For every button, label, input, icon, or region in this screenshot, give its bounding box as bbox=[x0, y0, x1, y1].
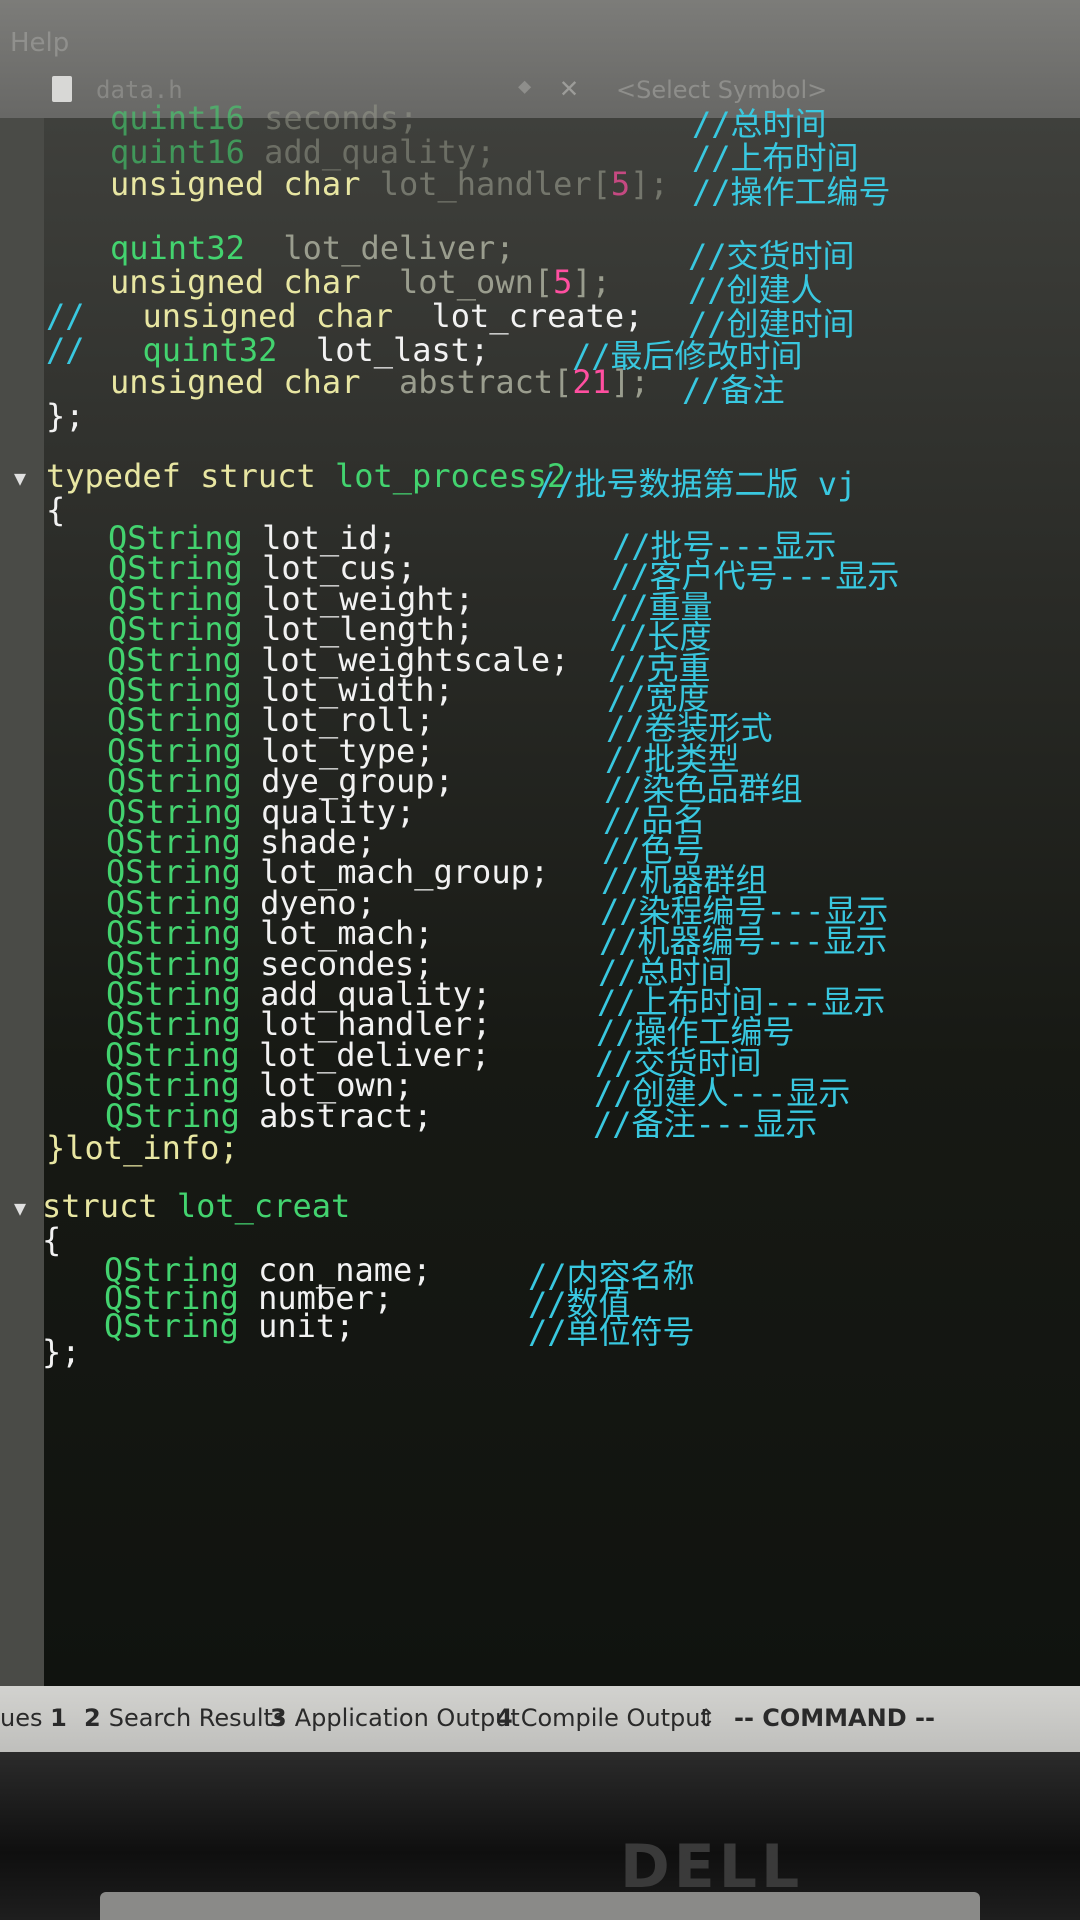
code-line: typedef struct lot_process2 bbox=[46, 457, 567, 495]
search-results-tab[interactable]: 2 Search Results bbox=[84, 1704, 285, 1732]
editor-gutter bbox=[0, 118, 44, 1686]
code-line: QString unit; bbox=[104, 1307, 355, 1345]
symbol-selector[interactable]: <Select Symbol> bbox=[616, 76, 827, 104]
code-line: { bbox=[46, 491, 66, 529]
code-comment: //操作工编号 bbox=[692, 173, 891, 211]
code-line: }lot_info; bbox=[46, 1129, 239, 1167]
code-editor[interactable]: quint16 seconds; //总时间 quint16 add_quali… bbox=[0, 100, 1080, 1686]
code-line: { bbox=[42, 1221, 62, 1259]
desk-strip bbox=[100, 1892, 980, 1920]
code-line: unsigned char lot_handler[5]; bbox=[110, 165, 669, 203]
fold-toggle-icon[interactable]: ▼ bbox=[14, 466, 26, 490]
code-line: quint16 seconds; bbox=[110, 99, 419, 137]
updown-icon[interactable]: ◆ bbox=[518, 74, 531, 99]
help-menu[interactable]: Help bbox=[10, 28, 69, 58]
code-comment: //创建人 bbox=[688, 271, 823, 309]
code-line: QString abstract; bbox=[105, 1097, 433, 1135]
code-comment: //交货时间 bbox=[688, 237, 855, 275]
application-output-tab[interactable]: 3 Application Output bbox=[270, 1704, 520, 1732]
code-line: //unsigned char lot_create; bbox=[46, 297, 644, 335]
code-line: struct lot_creat bbox=[42, 1187, 351, 1225]
output-pane-bar: ues 1 2 Search Results 3 Application Outpu… bbox=[0, 1686, 1080, 1752]
code-comment: //备注---显示 bbox=[593, 1105, 818, 1143]
monitor-bezel: DELL bbox=[0, 1752, 1080, 1920]
fold-toggle-icon[interactable]: ▼ bbox=[14, 1196, 26, 1220]
code-line: }; bbox=[42, 1333, 81, 1371]
code-comment: //批号数据第二版 vj bbox=[536, 465, 857, 503]
vim-mode-indicator: -- COMMAND -- bbox=[734, 1704, 935, 1732]
code-comment: //单位符号 bbox=[528, 1313, 695, 1351]
code-line: unsigned char abstract[21]; bbox=[110, 363, 650, 401]
file-icon bbox=[52, 76, 72, 102]
code-line: quint32 lot_deliver; bbox=[110, 229, 515, 267]
close-icon[interactable]: ✕ bbox=[560, 70, 578, 105]
issues-tab[interactable]: ues 1 bbox=[0, 1704, 75, 1732]
compile-output-tab[interactable]: 4 Compile Output bbox=[496, 1704, 710, 1732]
code-line: unsigned char lot_own[5]; bbox=[110, 263, 611, 301]
code-comment: //总时间 bbox=[692, 105, 827, 143]
code-comment: //上布时间 bbox=[692, 139, 859, 177]
code-line: }; bbox=[46, 397, 85, 435]
code-comment: //备注 bbox=[682, 371, 785, 409]
pane-updown-icon[interactable]: ⇕ bbox=[696, 1704, 716, 1732]
